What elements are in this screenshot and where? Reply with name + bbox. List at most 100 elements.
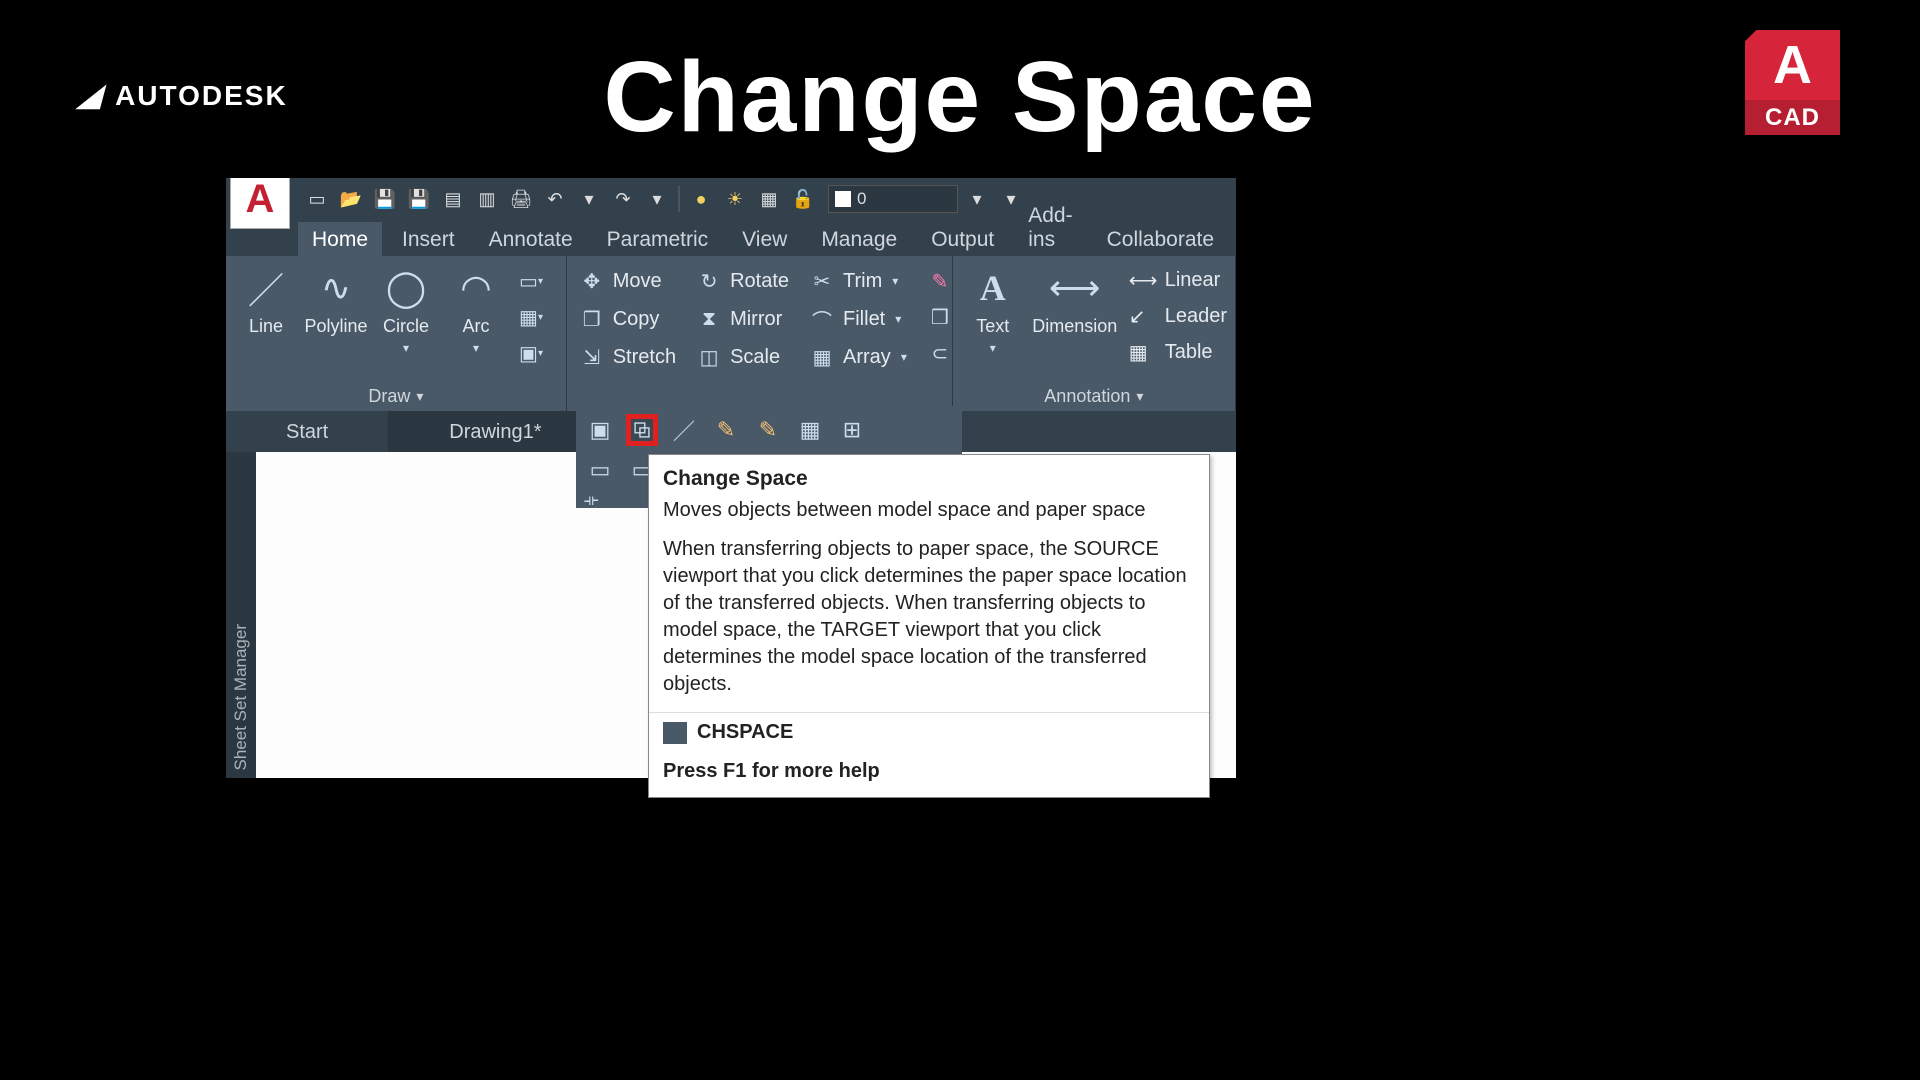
linear-icon: ⟷ bbox=[1129, 268, 1157, 292]
tool-arc[interactable]: ◠ Arc ▾ bbox=[442, 260, 510, 355]
arc-dropdown-icon[interactable]: ▾ bbox=[473, 341, 479, 355]
text-dropdown-icon[interactable]: ▾ bbox=[990, 341, 996, 355]
tooltip-long-description: When transferring objects to paper space… bbox=[649, 536, 1209, 712]
tool-copy[interactable]: ❐Copy bbox=[573, 302, 682, 336]
tool-linear[interactable]: ⟷Linear bbox=[1127, 264, 1229, 296]
tab-manage[interactable]: Manage bbox=[807, 222, 911, 256]
array-icon: ▦ bbox=[809, 344, 835, 370]
plot-icon[interactable]: 🖨 bbox=[506, 184, 536, 214]
tool-mirror[interactable]: ⧗Mirror bbox=[690, 302, 795, 336]
dimension-icon: ⟷ bbox=[1051, 264, 1099, 312]
change-space-button[interactable] bbox=[626, 414, 658, 446]
saveas-icon[interactable]: 💾 bbox=[404, 184, 434, 214]
tab-express[interactable]: Express bbox=[1234, 222, 1236, 256]
chevron-down-icon[interactable]: ▾ bbox=[901, 350, 907, 364]
redo-icon[interactable]: ↷ bbox=[608, 184, 638, 214]
tool-leader[interactable]: ↙Leader bbox=[1127, 300, 1229, 332]
layer-dropdown-icon[interactable]: ▾ bbox=[962, 184, 992, 214]
tooltip-command-name: CHSPACE bbox=[697, 721, 793, 744]
tool-trim[interactable]: ✂Trim▾ bbox=[803, 264, 913, 298]
tooltip-change-space: Change Space Moves objects between model… bbox=[648, 454, 1210, 798]
tool-polyline[interactable]: ∿ Polyline bbox=[302, 260, 370, 337]
autocad-badge: A CAD bbox=[1745, 30, 1840, 135]
tool-stretch[interactable]: ⇲Stretch bbox=[573, 340, 682, 374]
chevron-down-icon: ▾ bbox=[416, 388, 423, 405]
sheet-set-manager-palette[interactable]: Sheet Set Manager bbox=[226, 452, 256, 778]
new-icon[interactable]: ▭ bbox=[302, 184, 332, 214]
panel-title-annotation[interactable]: Annotation▾ bbox=[959, 382, 1229, 411]
lock-icon[interactable]: 🔓 bbox=[788, 184, 818, 214]
tab-collaborate[interactable]: Collaborate bbox=[1093, 222, 1228, 256]
tab-insert[interactable]: Insert bbox=[388, 222, 469, 256]
tool-text[interactable]: A Text ▾ bbox=[959, 260, 1027, 355]
slide-title: Change Space bbox=[603, 40, 1316, 155]
rotate-icon: ↻ bbox=[696, 268, 722, 294]
offset-icon[interactable]: ⊂ bbox=[925, 338, 955, 368]
erase-icon[interactable]: ✎ bbox=[925, 266, 955, 296]
bulb-on-icon[interactable]: ● bbox=[686, 184, 716, 214]
tool-circle[interactable]: ◯ Circle ▾ bbox=[372, 260, 440, 355]
doctab-drawing1[interactable]: Drawing1* bbox=[389, 411, 602, 453]
tool-table[interactable]: ▦Table bbox=[1127, 336, 1229, 368]
setbaseptcopy-icon[interactable]: ▣ bbox=[584, 414, 616, 446]
command-icon bbox=[663, 722, 687, 744]
text-icon: A bbox=[969, 264, 1017, 312]
edit-array-icon[interactable]: ⊞ bbox=[836, 414, 868, 446]
table-icon: ▦ bbox=[1129, 340, 1157, 364]
freeze-icon[interactable]: ▦ bbox=[754, 184, 784, 214]
layer-current-value: 0 bbox=[857, 189, 866, 209]
polyline-icon: ∿ bbox=[312, 264, 360, 312]
hatch-icon[interactable]: ▦ ▾ bbox=[516, 302, 546, 332]
ribbon-tabs: Home Insert Annotate Parametric View Man… bbox=[226, 220, 1236, 256]
tab-view[interactable]: View bbox=[728, 222, 801, 256]
tab-home[interactable]: Home bbox=[298, 222, 382, 256]
save-icon[interactable]: 💾 bbox=[370, 184, 400, 214]
tool-array[interactable]: ▦Array▾ bbox=[803, 340, 913, 374]
fillet-icon: ⌒ bbox=[809, 306, 835, 332]
copy-icon: ❐ bbox=[579, 306, 605, 332]
layer-selector[interactable]: 0 bbox=[828, 185, 958, 213]
circle-dropdown-icon[interactable]: ▾ bbox=[403, 341, 409, 355]
circle-icon: ◯ bbox=[382, 264, 430, 312]
tooltip-help-hint: Press F1 for more help bbox=[649, 752, 1209, 797]
tool-fillet[interactable]: ⌒Fillet▾ bbox=[803, 302, 913, 336]
open-icon[interactable]: 📂 bbox=[336, 184, 366, 214]
tab-output[interactable]: Output bbox=[917, 222, 1008, 256]
rectangle-icon[interactable]: ▭ ▾ bbox=[516, 266, 546, 296]
boundary-icon[interactable]: ▣ ▾ bbox=[516, 338, 546, 368]
undo-dropdown-icon[interactable]: ▾ bbox=[574, 184, 604, 214]
sun-icon[interactable]: ☀ bbox=[720, 184, 750, 214]
saveweb-icon[interactable]: ▥ bbox=[472, 184, 502, 214]
tool-rotate[interactable]: ↻Rotate bbox=[690, 264, 795, 298]
qat-separator bbox=[678, 186, 680, 212]
explode-icon[interactable]: ❒ bbox=[925, 302, 955, 332]
lengthen-icon[interactable]: ／ bbox=[668, 414, 700, 446]
chevron-down-icon[interactable]: ▾ bbox=[895, 312, 901, 326]
doctab-start[interactable]: Start bbox=[226, 411, 389, 453]
badge-letter: A bbox=[1745, 30, 1840, 100]
move-icon: ✥ bbox=[579, 268, 605, 294]
app-menu-button[interactable]: A bbox=[230, 178, 290, 229]
tab-parametric[interactable]: Parametric bbox=[593, 222, 723, 256]
tool-line[interactable]: ／ Line bbox=[232, 260, 300, 337]
tab-annotate[interactable]: Annotate bbox=[475, 222, 587, 256]
edit-hatch-icon[interactable]: ▦ bbox=[794, 414, 826, 446]
arc-icon: ◠ bbox=[452, 264, 500, 312]
undo-icon[interactable]: ↶ bbox=[540, 184, 570, 214]
tool-dimension[interactable]: ⟷ Dimension bbox=[1029, 260, 1121, 337]
tool-scale[interactable]: ◫Scale bbox=[690, 340, 795, 374]
chevron-down-icon[interactable]: ▾ bbox=[892, 274, 898, 288]
edit-spline-icon[interactable]: ✎ bbox=[752, 414, 784, 446]
edit-polyline-icon[interactable]: ✎ bbox=[710, 414, 742, 446]
trim-icon: ✂ bbox=[809, 268, 835, 294]
tool-move[interactable]: ✥Move bbox=[573, 264, 682, 298]
tab-addins[interactable]: Add-ins bbox=[1014, 198, 1086, 256]
chevron-down-icon: ▾ bbox=[1136, 388, 1143, 405]
panel-title-draw[interactable]: Draw▾ bbox=[232, 382, 560, 411]
pin-icon[interactable]: ⟛ bbox=[584, 492, 599, 510]
openweb-icon[interactable]: ▤ bbox=[438, 184, 468, 214]
slide-header: Change Space bbox=[0, 40, 1920, 155]
align-icon[interactable]: ▭ bbox=[584, 454, 616, 486]
tooltip-title: Change Space bbox=[649, 455, 1209, 495]
redo-dropdown-icon[interactable]: ▾ bbox=[642, 184, 672, 214]
